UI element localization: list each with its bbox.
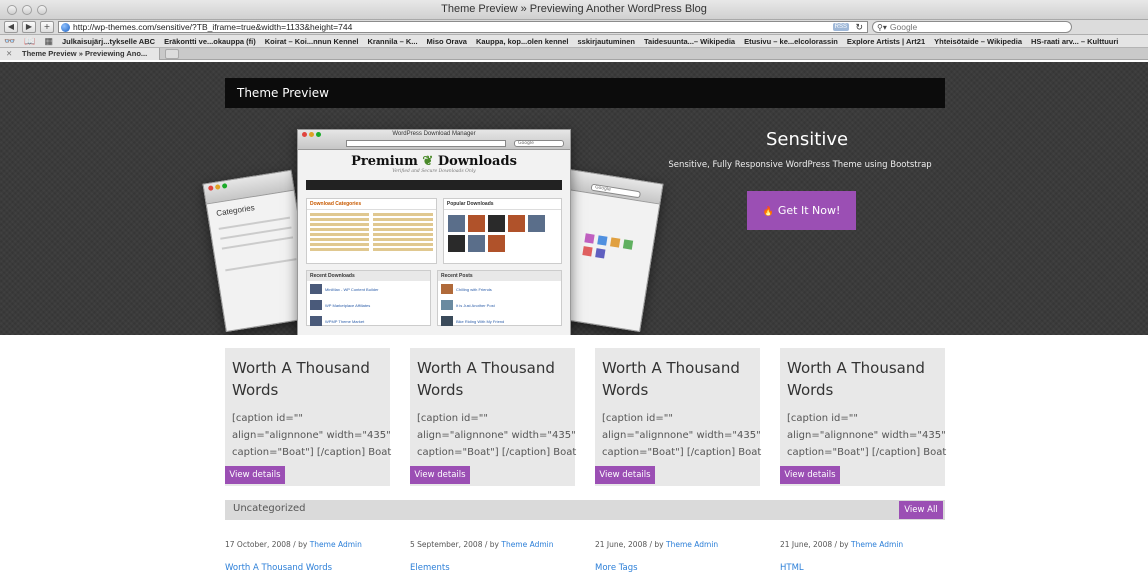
- bookmark-item[interactable]: Miso Orava: [427, 37, 467, 46]
- mini-download-categories: Download Categories: [306, 198, 437, 264]
- search-placeholder: Google: [889, 22, 918, 32]
- mini-site-logo: Premium ❦ Downloads: [351, 154, 517, 169]
- magnifier-icon: ⚲▾: [877, 22, 887, 32]
- bookmark-item[interactable]: Yhteisötaide – Wikipedia: [934, 37, 1022, 46]
- get-it-now-button[interactable]: 🔥 Get It Now!: [747, 191, 856, 230]
- author-link[interactable]: Theme Admin: [666, 540, 718, 549]
- card-title: Worth A Thousand Words: [417, 359, 555, 399]
- bookmark-item[interactable]: Krannila – K...: [368, 37, 418, 46]
- back-button[interactable]: ◀: [4, 21, 18, 33]
- fire-icon: 🔥: [762, 207, 774, 217]
- mini-nav-bar: [306, 180, 562, 190]
- globe-icon: [61, 22, 70, 32]
- window-titlebar: Theme Preview » Previewing Another WordP…: [0, 0, 1148, 20]
- address-bar[interactable]: http://wp-themes.com/sensitive/?TB_ifram…: [58, 21, 868, 33]
- card-title: Worth A Thousand Words: [602, 359, 740, 399]
- view-details-button[interactable]: View details: [595, 466, 655, 484]
- mini-tagline: Verified and Secure Downloads Only: [392, 169, 476, 174]
- post-title-link[interactable]: More Tags: [595, 563, 638, 573]
- preview-bar: Theme Preview: [225, 78, 945, 108]
- view-details-button[interactable]: View details: [225, 466, 285, 484]
- bookmark-item[interactable]: Taidesuunta...– Wikipedia: [644, 37, 735, 46]
- author-link[interactable]: Theme Admin: [501, 540, 553, 549]
- bookmark-item[interactable]: Etusivu – ke...elcolorassin: [744, 37, 838, 46]
- hero-subtitle: Sensitive, Fully Responsive WordPress Th…: [668, 160, 932, 170]
- rss-icon[interactable]: RSS: [832, 23, 849, 31]
- mini-search-field: Google: [514, 140, 564, 147]
- leaf-icon: ❦: [422, 154, 434, 169]
- hero-screenshot-main: WordPress Download Manager Google Premiu…: [297, 129, 571, 335]
- bookmarks-book-icon[interactable]: 📖: [24, 36, 35, 47]
- post-title-link[interactable]: Worth A Thousand Words: [225, 563, 332, 573]
- mini-recent-posts: Recent Posts Chilling with Friends It is…: [437, 270, 562, 326]
- post-card: Worth A Thousand Words [caption id="" al…: [780, 348, 946, 486]
- post-title-link[interactable]: Elements: [410, 563, 450, 573]
- post-card: Worth A Thousand Words [caption id="" al…: [595, 348, 761, 486]
- card-title: Worth A Thousand Words: [232, 359, 370, 399]
- bookmark-item[interactable]: Eräkontti ve...okauppa (fi): [164, 37, 256, 46]
- bookmarks-bar: 👓 📖 ▦ Julkaisujärj...tykselle ABC Eräkon…: [0, 35, 1148, 48]
- reload-icon[interactable]: ↻: [855, 22, 863, 33]
- mini-browser-chrome: WordPress Download Manager Google: [298, 130, 570, 150]
- category-title: Uncategorized: [233, 503, 306, 514]
- bookmark-item[interactable]: Julkaisujärj...tykselle ABC: [62, 37, 155, 46]
- url-text: http://wp-themes.com/sensitive/?TB_ifram…: [73, 22, 353, 32]
- post-meta: 5 September, 2008 / by Theme Admin: [410, 540, 554, 549]
- view-details-button[interactable]: View details: [780, 466, 840, 484]
- post-title-link[interactable]: HTML: [780, 563, 804, 573]
- view-all-button[interactable]: View All: [899, 501, 943, 519]
- browser-search-input[interactable]: ⚲▾ Google: [872, 21, 1072, 33]
- bookmark-item[interactable]: sskirjautuminen: [578, 37, 636, 46]
- bookmark-item[interactable]: Kauppa, kop...olen kennel: [476, 37, 569, 46]
- browser-toolbar: ◀ ▶ + http://wp-themes.com/sensitive/?TB…: [0, 20, 1148, 35]
- tab-bar: ✕ Theme Preview » Previewing Ano...: [0, 48, 1148, 60]
- mini-recent-downloads: Recent Downloads MiniMax - WP Content Bu…: [306, 270, 431, 326]
- tab-theme-preview[interactable]: ✕ Theme Preview » Previewing Ano...: [0, 48, 160, 60]
- new-tab-button[interactable]: [165, 49, 179, 59]
- bookmark-item[interactable]: HS-raati arv... – Kulttuuri: [1031, 37, 1118, 46]
- mini-window-title: WordPress Download Manager: [392, 131, 476, 137]
- add-bookmark-button[interactable]: +: [40, 21, 54, 33]
- top-sites-grid-icon[interactable]: ▦: [44, 36, 53, 47]
- bookmark-item[interactable]: Explore Artists | Art21: [847, 37, 925, 46]
- author-link[interactable]: Theme Admin: [310, 540, 362, 549]
- close-tab-icon[interactable]: ✕: [6, 48, 12, 60]
- mini-url-bar: [346, 140, 506, 147]
- post-meta: 17 October, 2008 / by Theme Admin: [225, 540, 362, 549]
- post-card: Worth A Thousand Words [caption id="" al…: [225, 348, 391, 486]
- author-link[interactable]: Theme Admin: [851, 540, 903, 549]
- category-header: Uncategorized View All: [225, 500, 945, 520]
- card-title: Worth A Thousand Words: [787, 359, 925, 399]
- hero-section: Theme Preview Categories Google WordPres…: [0, 62, 1148, 335]
- mini-popular-downloads: Popular Downloads: [442, 198, 562, 264]
- bookmark-item[interactable]: Koirat – Koi...nnun Kennel: [265, 37, 359, 46]
- post-card: Worth A Thousand Words [caption id="" al…: [410, 348, 576, 486]
- forward-button[interactable]: ▶: [22, 21, 36, 33]
- window-title: Theme Preview » Previewing Another WordP…: [441, 3, 707, 15]
- hero-title: Sensitive: [766, 129, 849, 150]
- view-details-button[interactable]: View details: [410, 466, 470, 484]
- post-meta: 21 June, 2008 / by Theme Admin: [595, 540, 719, 549]
- post-meta: 21 June, 2008 / by Theme Admin: [780, 540, 904, 549]
- tab-title: Theme Preview » Previewing Ano...: [22, 49, 148, 58]
- reading-list-icon[interactable]: 👓: [4, 36, 15, 47]
